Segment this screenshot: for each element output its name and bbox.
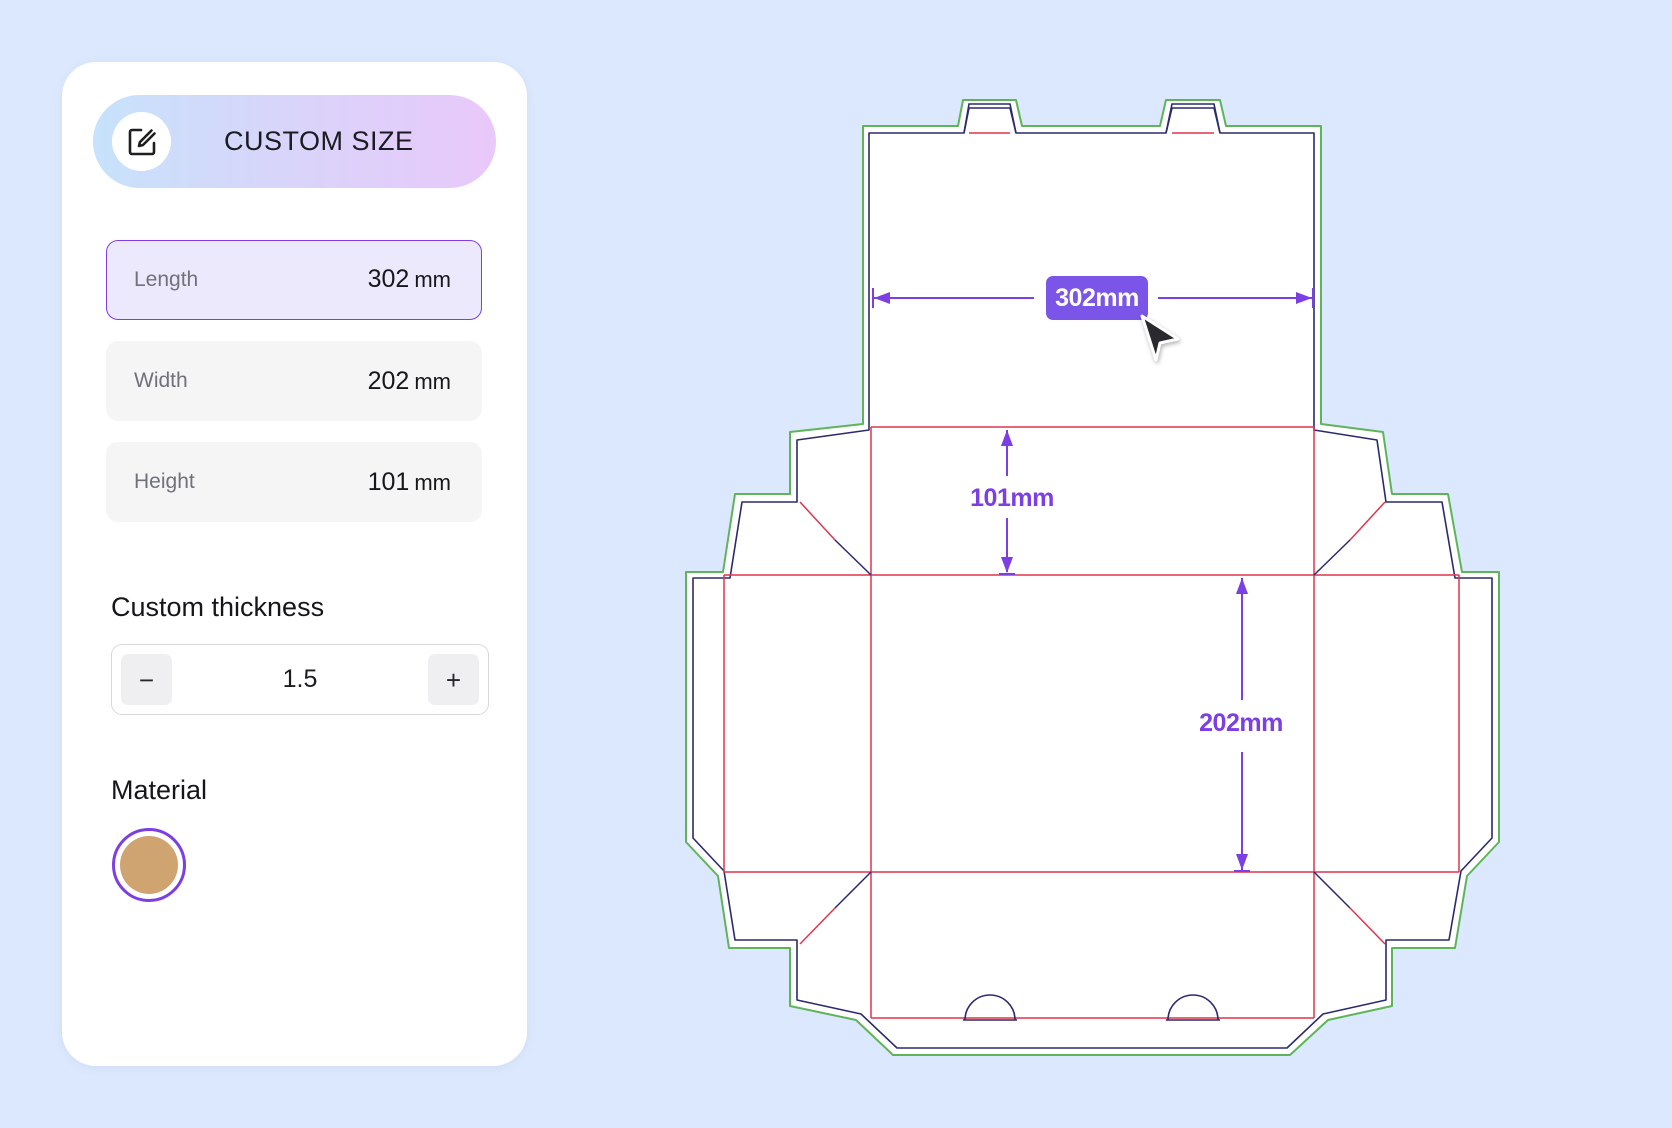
height-dimension-label: 101mm xyxy=(970,484,1054,512)
length-dimension-label: 302mm xyxy=(1055,284,1139,312)
box-dieline-canvas: 302mm 101mm 202mm xyxy=(685,99,1500,1056)
cut-outline xyxy=(692,107,1493,1049)
width-dimension-label: 202mm xyxy=(1199,709,1283,737)
